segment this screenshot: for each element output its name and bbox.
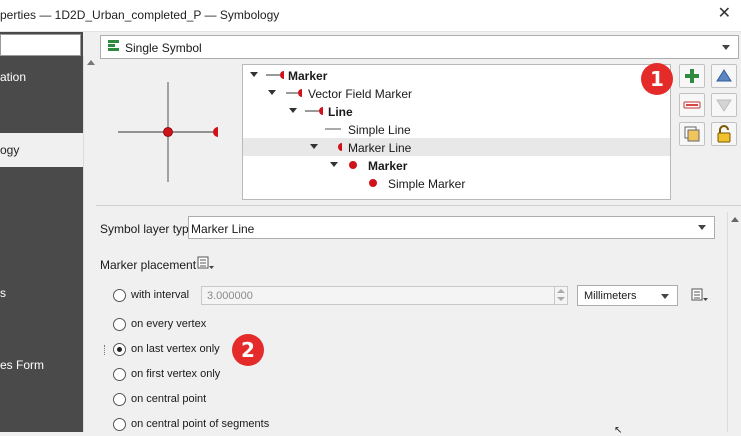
spin-down-icon[interactable] [557, 297, 565, 301]
properties-scrollbar[interactable] [727, 212, 741, 432]
on-every-vertex-label: on every vertex [131, 318, 207, 330]
tree-row-line[interactable]: Line [243, 102, 670, 120]
move-down-button[interactable] [711, 93, 737, 117]
duplicate-icon [684, 126, 700, 142]
expand-arrow-icon[interactable] [289, 108, 297, 113]
sidebar-item-symbology[interactable]: ogy [0, 133, 83, 167]
on-central-point-label: on central point [131, 393, 207, 405]
step-badge-2: 2 [232, 334, 264, 366]
data-defined-override-icon[interactable] [689, 287, 709, 303]
symbol-preview [118, 82, 218, 182]
single-symbol-icon [108, 40, 119, 54]
sidebar-item-attributes-form[interactable]: es Form [0, 348, 83, 382]
mouse-cursor-icon: ↖ [614, 425, 623, 436]
lock-layer-button[interactable] [711, 122, 737, 146]
chevron-down-icon [661, 294, 669, 299]
with-interval-label: with interval [131, 289, 190, 301]
scroll-up-arrow-icon[interactable] [87, 60, 95, 65]
tree-row-simple-marker[interactable]: Simple Marker [243, 174, 670, 192]
on-central-point-of-segments-label: on central point of segments [131, 418, 270, 430]
marker-line-symbol-icon [305, 107, 323, 115]
sidebar-scrollbar[interactable] [83, 56, 97, 432]
half-circle-marker-icon [338, 143, 342, 151]
chevron-down-icon [722, 45, 730, 50]
interval-spinbox[interactable]: 3.000000 [201, 286, 568, 305]
on-first-vertex-label: on first vertex only [131, 368, 221, 380]
move-up-button[interactable] [711, 64, 737, 88]
interval-value: 3.000000 [207, 290, 253, 302]
tree-row-marker-sub[interactable]: Marker [243, 156, 670, 174]
focus-indicator [104, 345, 110, 355]
symbol-layer-tree[interactable]: Marker Vector Field Marker Line Simple L… [242, 64, 671, 200]
tree-row-label: Marker [288, 69, 328, 83]
on-every-vertex-radio[interactable] [113, 318, 126, 331]
sidebar: ation ogy s es Form [0, 32, 83, 432]
remove-symbol-layer-button[interactable] [679, 93, 705, 117]
tree-row-label: Simple Line [348, 123, 411, 137]
with-interval-radio[interactable] [113, 289, 126, 302]
red-dot-icon [349, 161, 357, 169]
symbol-layer-type-label: Symbol layer type [100, 222, 196, 236]
step-badge-1: 1 [641, 63, 673, 95]
simple-line-icon [325, 128, 341, 130]
symbol-layer-type-select[interactable]: Marker Line [188, 216, 715, 239]
tree-row-marker[interactable]: Marker [243, 66, 670, 84]
on-central-point-radio[interactable] [113, 393, 126, 406]
chevron-down-icon [698, 225, 706, 230]
window-title: perties — 1D2D_Urban_completed_P — Symbo… [0, 8, 280, 22]
expand-arrow-icon[interactable] [330, 162, 338, 167]
sidebar-search-input[interactable] [0, 34, 81, 56]
expand-arrow-icon[interactable] [250, 72, 258, 77]
tree-row-label: Marker Line [348, 141, 412, 155]
spin-up-icon[interactable] [557, 289, 565, 293]
tree-row-vector-field-marker[interactable]: Vector Field Marker [243, 84, 670, 102]
interval-unit-select[interactable]: Millimeters [577, 285, 678, 306]
arrow-up-icon [716, 69, 732, 82]
red-dot-icon [369, 179, 377, 187]
expand-arrow-icon[interactable] [268, 90, 276, 95]
tree-row-marker-line[interactable]: Marker Line [243, 138, 670, 156]
spinbox-arrows[interactable] [554, 287, 567, 304]
renderer-type-value: Single Symbol [125, 41, 202, 55]
tree-row-label: Line [328, 105, 353, 119]
sidebar-item-fields[interactable]: s [0, 276, 83, 310]
lock-icon [717, 125, 731, 143]
interval-unit-value: Millimeters [584, 290, 637, 302]
sidebar-item-information[interactable]: ation [0, 60, 83, 94]
tree-row-label: Simple Marker [388, 177, 466, 191]
minus-icon [683, 101, 701, 109]
scroll-up-arrow-icon[interactable] [731, 217, 739, 222]
duplicate-layer-button[interactable] [679, 122, 705, 146]
tree-row-simple-line[interactable]: Simple Line [243, 120, 670, 138]
renderer-type-select[interactable]: Single Symbol [100, 35, 739, 59]
expand-arrow-icon[interactable] [310, 144, 318, 149]
marker-placement-label: Marker placement [100, 258, 197, 272]
vector-field-marker-icon [286, 89, 302, 97]
tree-row-label: Vector Field Marker [308, 87, 413, 101]
add-symbol-layer-button[interactable] [679, 64, 705, 88]
close-icon[interactable]: ✕ [718, 6, 731, 22]
arrow-down-icon [716, 99, 732, 112]
tree-row-label: Marker [368, 159, 408, 173]
plus-icon [685, 69, 699, 83]
data-defined-override-icon[interactable] [195, 255, 215, 271]
on-first-vertex-radio[interactable] [113, 368, 126, 381]
title-bar: perties — 1D2D_Urban_completed_P — Symbo… [0, 0, 741, 32]
marker-line-symbol-icon [266, 71, 284, 79]
symbol-layer-type-value: Marker Line [191, 222, 255, 236]
on-last-vertex-radio[interactable] [113, 343, 126, 356]
on-central-point-of-segments-radio[interactable] [113, 418, 126, 431]
on-last-vertex-label: on last vertex only [131, 343, 220, 355]
